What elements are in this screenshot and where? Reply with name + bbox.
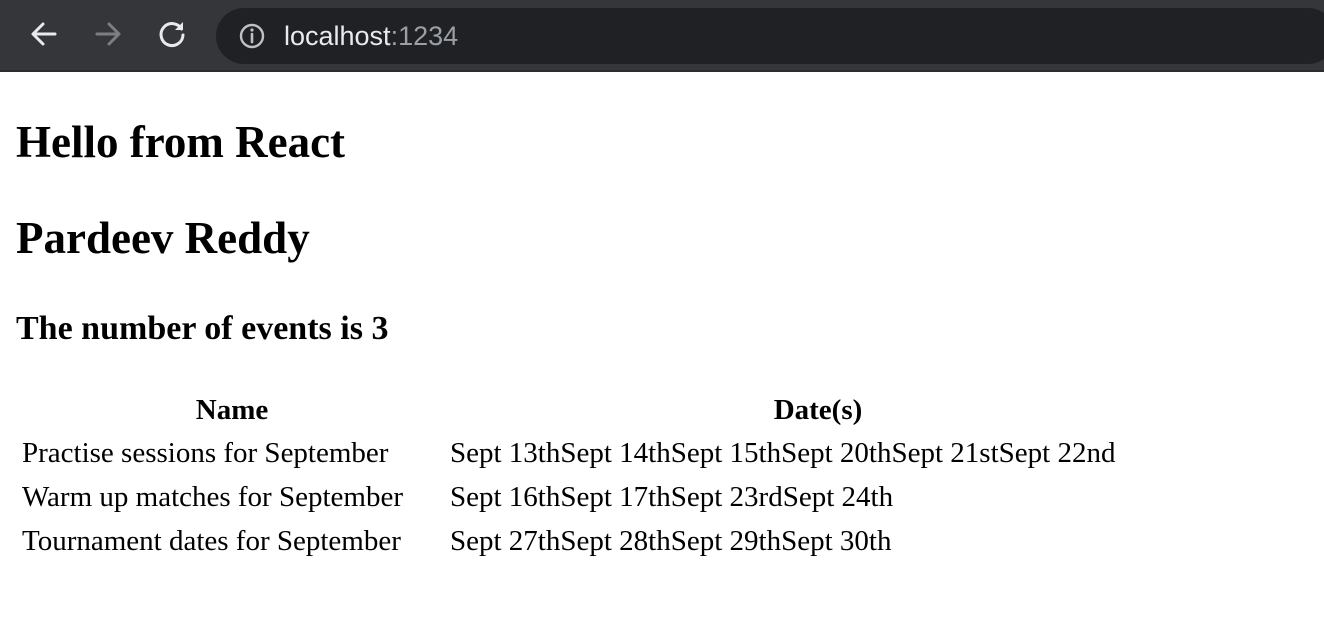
event-dates-cell: Sept 13thSept 14thSept 15thSept 20thSept… [448,432,1188,474]
event-dates-cell: Sept 27thSept 28thSept 29thSept 30th [448,520,1188,562]
event-date: Sept 20th [781,437,892,469]
info-icon [239,23,265,49]
table-row: Warm up matches for September Sept 16thS… [20,476,1188,518]
event-date: Sept 22nd [998,437,1116,469]
event-date: Sept 21st [891,437,999,469]
url-host: localhost [284,21,391,51]
events-table: Name Date(s) Practise sessions for Septe… [16,388,1192,564]
events-table-head: Name Date(s) [20,390,1188,430]
table-header-row: Name Date(s) [20,390,1188,430]
event-date: Sept 28th [560,525,671,557]
event-name-cell: Tournament dates for September [22,525,401,557]
forward-button[interactable] [90,16,126,52]
url-text[interactable]: localhost:1234 [284,20,458,52]
event-date: Sept 30th [781,525,892,557]
event-name-cell: Practise sessions for September [22,437,389,469]
url-port: :1234 [390,21,459,51]
event-count-heading: The number of events is 3 [16,310,389,347]
column-header-name: Name [195,394,269,426]
event-date: Sept 27th [450,525,561,557]
event-date: Sept 15th [670,437,782,469]
table-row: Tournament dates for September Sept 27th… [20,520,1188,562]
name-heading: Pardeev Reddy [16,213,310,263]
site-info-button[interactable] [238,22,266,50]
event-date: Sept 23rd [670,481,783,513]
arrow-right-icon [95,22,121,46]
reload-icon [159,22,185,48]
events-table-body: Practise sessions for September Sept 13t… [20,432,1188,562]
event-date: Sept 16th [450,481,561,513]
event-date: Sept 14th [560,437,671,469]
event-date: Sept 13th [450,437,561,469]
arrow-left-icon [31,22,57,46]
reload-button[interactable] [154,16,190,52]
event-date: Sept 24th [782,481,894,513]
address-bar[interactable]: localhost:1234 [216,8,1324,64]
back-button[interactable] [26,16,62,52]
event-dates-cell: Sept 16thSept 17thSept 23rdSept 24th [448,476,1188,518]
event-date: Sept 17th [560,481,671,513]
table-row: Practise sessions for September Sept 13t… [20,432,1188,474]
hello-heading: Hello from React [16,117,346,167]
event-date: Sept 29th [670,525,782,557]
column-header-dates: Date(s) [773,394,863,426]
event-name-cell: Warm up matches for September [22,481,403,513]
browser-toolbar: localhost:1234 [0,0,1324,72]
